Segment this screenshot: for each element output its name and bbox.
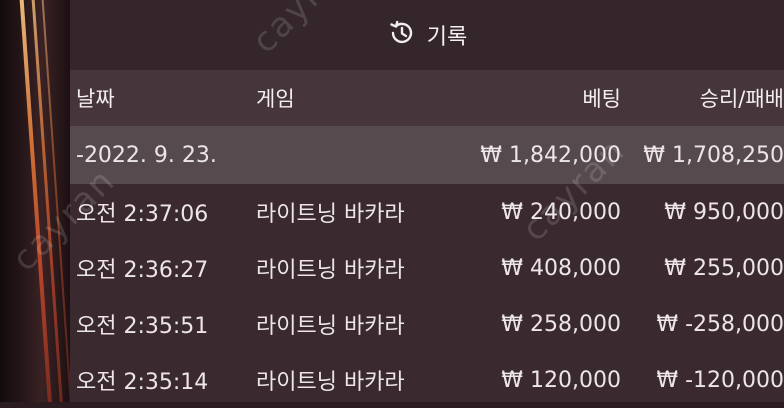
row-bet: ₩ 258,000	[501, 311, 621, 337]
row-game: 라이트닝 바카라	[256, 370, 405, 395]
history-panel: 기록 날짜 게임 베팅 승리/패배 -2022. 9. 23. ₩ 1,842,…	[70, 0, 784, 402]
row-game: 라이트닝 바카라	[256, 202, 405, 227]
table-header: 날짜 게임 베팅 승리/패배	[70, 70, 784, 126]
group-result-total: ₩ 1,708,250	[643, 142, 784, 168]
row-game: 라이트닝 바카라	[256, 314, 405, 339]
row-result: ₩ -120,000	[656, 367, 784, 393]
column-bet: 베팅	[582, 87, 621, 111]
group-bet-total: ₩ 1,842,000	[480, 142, 621, 168]
history-header: 기록	[70, 0, 784, 70]
column-game: 게임	[256, 87, 295, 111]
background-casino-lights	[0, 0, 70, 402]
row-bet: ₩ 240,000	[501, 199, 621, 225]
table-row[interactable]: 오전 2:35:14 라이트닝 바카라 ₩ 120,000 ₩ -120,000	[70, 352, 784, 408]
column-date: 날짜	[76, 87, 115, 111]
row-result: ₩ 950,000	[664, 199, 784, 225]
group-date: -2022. 9. 23.	[76, 142, 217, 168]
row-time: 오전 2:36:27	[76, 258, 209, 283]
table-row[interactable]: 오전 2:37:06 라이트닝 바카라 ₩ 240,000 ₩ 950,000	[70, 184, 784, 240]
row-result: ₩ 255,000	[664, 255, 784, 281]
history-title: 기록	[426, 25, 468, 50]
row-bet: ₩ 120,000	[501, 367, 621, 393]
row-time: 오전 2:35:14	[76, 370, 209, 395]
column-result: 승리/패배	[699, 87, 784, 111]
history-icon	[387, 18, 417, 52]
date-group-row[interactable]: -2022. 9. 23. ₩ 1,842,000 ₩ 1,708,250	[70, 126, 784, 184]
row-game: 라이트닝 바카라	[256, 258, 405, 283]
row-bet: ₩ 408,000	[501, 255, 621, 281]
table-row[interactable]: 오전 2:36:27 라이트닝 바카라 ₩ 408,000 ₩ 255,000	[70, 240, 784, 296]
row-result: ₩ -258,000	[656, 311, 784, 337]
row-time: 오전 2:35:51	[76, 314, 209, 339]
table-row[interactable]: 오전 2:35:51 라이트닝 바카라 ₩ 258,000 ₩ -258,000	[70, 296, 784, 352]
row-time: 오전 2:37:06	[76, 202, 209, 227]
